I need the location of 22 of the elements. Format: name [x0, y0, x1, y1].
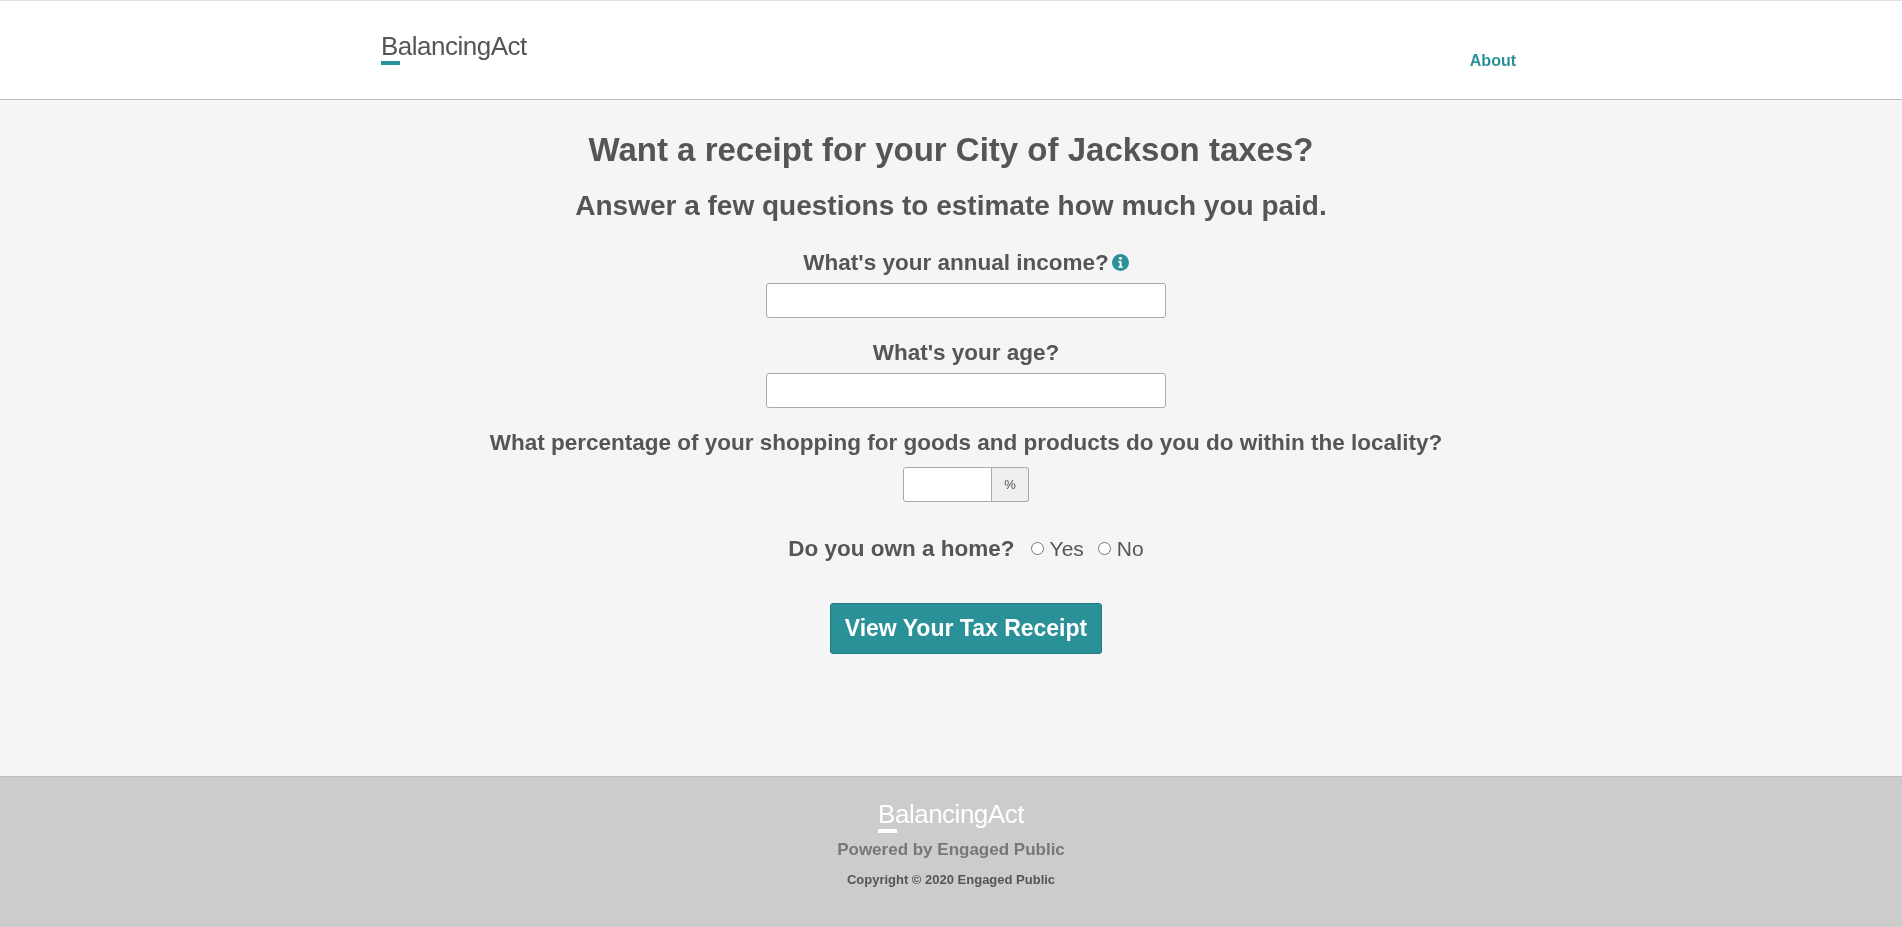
submit-button[interactable]: View Your Tax Receipt: [830, 603, 1102, 654]
question-label: Do you own a home?: [788, 535, 1015, 562]
page-title: Want a receipt for your City of Jackson taxes?: [588, 130, 1314, 170]
copyright-text: Copyright © 2020 Engaged Public: [846, 871, 1056, 889]
input-field[interactable]: [766, 283, 1166, 318]
page-subtitle: Answer a few questions to estimate how much you paid.: [575, 190, 1327, 222]
percent-addon: %: [992, 467, 1029, 502]
question-label: What's your age?: [872, 339, 1060, 366]
nav-link[interactable]: About: [1469, 50, 1516, 72]
radio-label[interactable]: Yes: [1049, 535, 1084, 562]
question-label: What's your annual income?: [803, 249, 1109, 276]
powered-by-text: Powered by Engaged Public: [837, 839, 1065, 861]
radio-label[interactable]: No: [1116, 535, 1144, 562]
info-icon[interactable]: [1111, 254, 1129, 271]
percent-input-field[interactable]: [903, 467, 992, 502]
input-field[interactable]: [766, 373, 1166, 408]
logo-text: BalancingAct: [381, 32, 527, 61]
radio-button[interactable]: [1097, 542, 1111, 555]
question-label: What percentage of your shopping for goods and products do you do within the locality?: [489, 429, 1443, 456]
logo-bar-icon: [878, 829, 898, 833]
radio-button[interactable]: [1030, 542, 1044, 555]
logo-bar-icon: [381, 61, 400, 65]
